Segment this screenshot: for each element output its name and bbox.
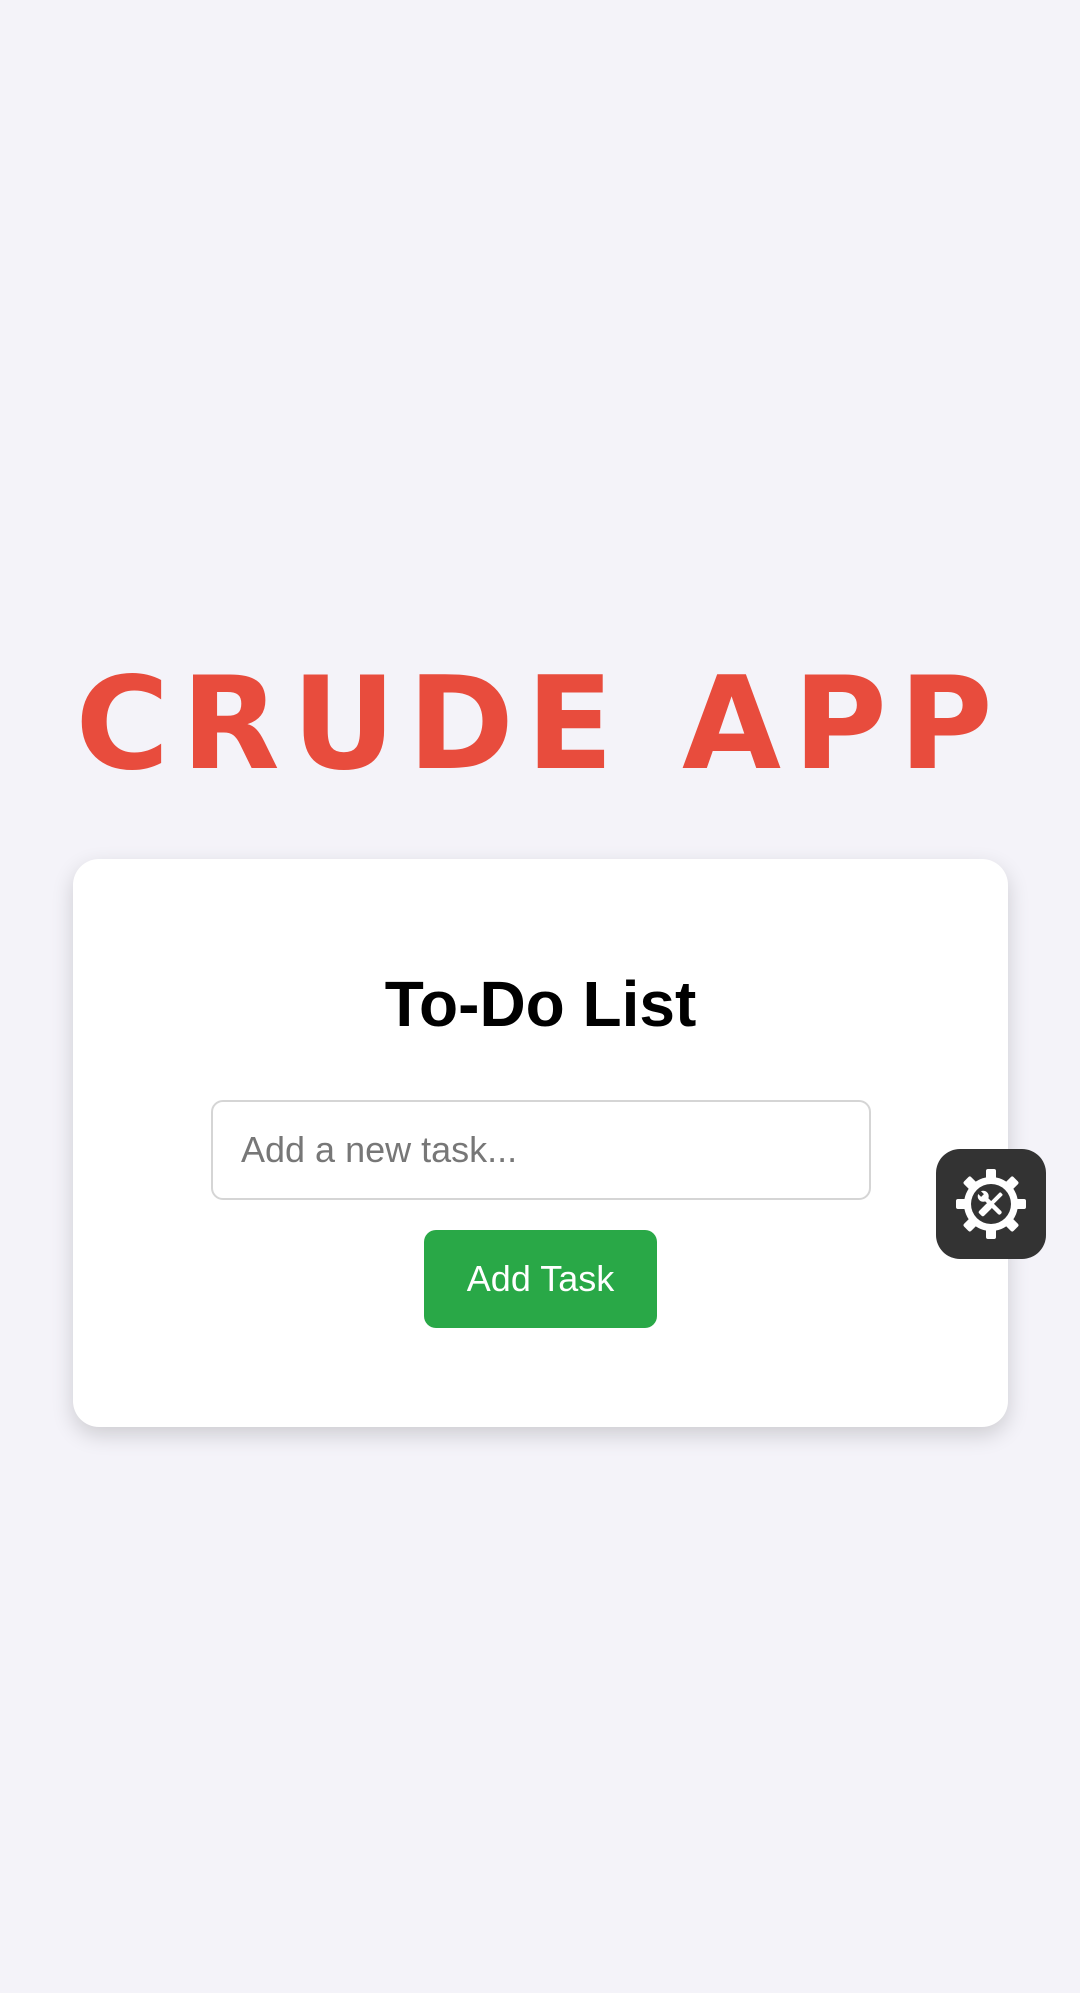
todo-card: To-Do List Add Task <box>73 859 1008 1427</box>
add-task-button[interactable]: Add Task <box>424 1230 657 1328</box>
app-title: CRUDE APP <box>75 650 1005 799</box>
new-task-input[interactable] <box>211 1100 871 1200</box>
tools-settings-button[interactable] <box>936 1149 1046 1259</box>
gear-tools-icon <box>955 1168 1027 1240</box>
todo-heading: To-Do List <box>384 968 697 1040</box>
